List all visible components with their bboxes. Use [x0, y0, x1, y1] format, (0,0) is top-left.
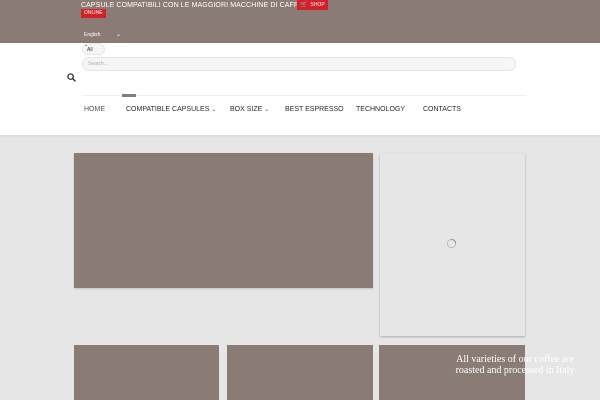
product-card[interactable] [74, 345, 219, 400]
chevron-down-icon: ⌄ [211, 107, 217, 113]
search-input[interactable] [82, 57, 516, 71]
nav-item-label: BOX SIZE [230, 106, 263, 113]
search-icon[interactable] [67, 73, 76, 82]
language-selector[interactable]: English [84, 32, 100, 38]
shop-label: SHOP [310, 2, 325, 8]
shop-online-button[interactable]: 🛒 SHOP [297, 0, 328, 10]
tagline: CAPSULE COMPATIBILI CON LE MAGGIORI MACC… [81, 2, 304, 9]
nav-item-compatible-capsules[interactable]: COMPATIBLE CAPSULES ⌄ [126, 106, 216, 113]
featured-banner[interactable] [74, 153, 373, 288]
nav-item-contacts[interactable]: CONTACTS [423, 106, 461, 113]
product-card[interactable] [227, 345, 373, 400]
nav-divider [83, 95, 526, 96]
nav-item-technology[interactable]: TECHNOLOGY [356, 106, 405, 113]
nav-active-indicator [122, 94, 136, 97]
chevron-down-icon[interactable]: ⌄ [116, 31, 121, 38]
cart-icon: 🛒 [300, 2, 308, 8]
chevron-down-icon: ⌄ [264, 107, 270, 113]
chevron-down-icon[interactable]: ⌄ [84, 42, 88, 48]
nav-item-box-size[interactable]: BOX SIZE ⌄ [230, 106, 269, 113]
shop-online-button-line2[interactable]: ONLINE [81, 9, 106, 18]
top-bar: CAPSULE COMPATIBILI CON LE MAGGIORI MACC… [0, 0, 600, 43]
loading-spinner-icon [446, 238, 457, 249]
nav-item-best-espresso[interactable]: BEST ESPRESSO [285, 106, 344, 113]
promo-caption: All varieties of our coffee are roasted … [455, 354, 575, 376]
nav-item-label: COMPATIBLE CAPSULES [126, 106, 210, 113]
nav-item-home[interactable]: HOME [84, 106, 105, 113]
